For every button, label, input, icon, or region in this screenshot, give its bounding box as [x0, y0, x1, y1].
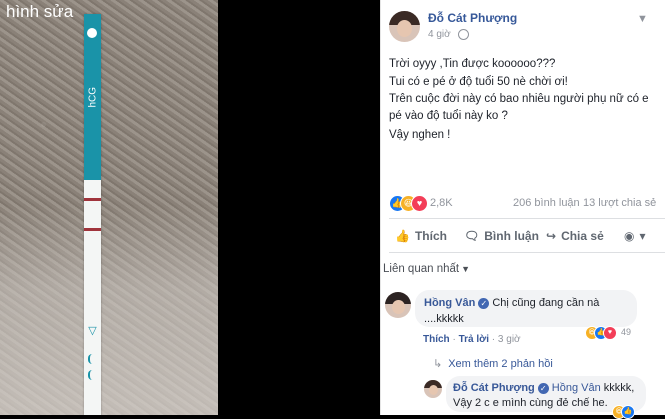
- wave-mark: [88, 354, 99, 364]
- comment-bubble-icon: 🗨: [464, 229, 480, 243]
- author-avatar[interactable]: [389, 11, 420, 42]
- love-reaction-icon: ♥: [411, 195, 428, 212]
- post-text-line: Tui có e pé ở độ tuổi 50 nè chời ơi!: [389, 76, 568, 88]
- comment-first-line: Hồng Vân ✓ Chị cũng đang cần nà: [424, 297, 599, 309]
- chevron-down-icon: ▾: [639, 229, 646, 243]
- test-line: [84, 198, 101, 201]
- like-reaction-icon: 👍: [621, 405, 635, 419]
- comment-reactions[interactable]: 😆 👍 ♥ 49: [585, 326, 645, 340]
- comments-count[interactable]: 206 bình luận: [513, 197, 580, 209]
- like-button[interactable]: 👍 Thích: [395, 229, 447, 243]
- commenter-name[interactable]: Hồng Vân: [424, 297, 475, 309]
- share-label: Chia sẻ: [561, 229, 604, 243]
- reply-text-cont: Vậy 2 c e mình cùng đẻ chế he.: [453, 397, 608, 409]
- strip-label: hCG: [87, 86, 99, 108]
- reply-text: kkkkk,: [603, 382, 635, 394]
- globe-icon: [458, 29, 469, 40]
- post-photo[interactable]: hình sửa hCG ▽: [0, 0, 218, 415]
- reply-arrow-icon: ↳: [433, 358, 443, 370]
- see-more-replies[interactable]: ↳ Xem thêm 2 phản hồi: [433, 357, 553, 370]
- comment-time[interactable]: 3 giờ: [498, 334, 521, 345]
- comment-reaction-count: 49: [621, 327, 632, 337]
- post-text-line: Trời oyyy ,Tin được koooooo???: [389, 58, 556, 70]
- comment-text: Chị cũng đang cần nà: [492, 297, 600, 309]
- post-time[interactable]: 4 giờ: [428, 29, 451, 40]
- shares-count[interactable]: 13 lượt chia sẻ: [583, 197, 656, 209]
- comment-text-cont: ....kkkkk: [424, 313, 464, 325]
- verified-icon: ✓: [478, 297, 490, 309]
- post-author[interactable]: Đỗ Cát Phượng: [428, 11, 517, 25]
- like-label: Thích: [414, 229, 447, 243]
- divider: [389, 218, 665, 219]
- post-text-line: Trên cuộc đời này có bao nhiêu người phụ…: [389, 93, 649, 105]
- reply-avatar[interactable]: [424, 380, 442, 398]
- reply-mention[interactable]: Hồng Vân: [552, 382, 601, 394]
- control-line: [84, 228, 101, 231]
- reply-author-name[interactable]: Đỗ Cát Phượng: [453, 382, 535, 394]
- wave-mark: [88, 370, 99, 380]
- profile-icon: ◉: [624, 229, 635, 243]
- share-arrow-icon: ↪: [546, 229, 557, 243]
- comment-button[interactable]: 🗨 Bình luận: [464, 229, 539, 243]
- photo-caption: hình sửa: [6, 2, 74, 21]
- post-text-line: Vậy nghen !: [389, 129, 451, 141]
- comment-like-link[interactable]: Thích: [423, 334, 450, 345]
- strip-handle: hCG: [84, 14, 101, 180]
- see-more-label: Xem thêm 2 phản hồi: [448, 358, 553, 370]
- reply-reactions[interactable]: 😆 👍: [612, 405, 652, 419]
- comment-sort-dropdown[interactable]: Liên quan nhất ▼: [383, 263, 470, 275]
- verified-icon: ✓: [537, 382, 549, 394]
- chevron-down-icon[interactable]: ▼: [637, 13, 648, 25]
- audience-selector[interactable]: ◉ ▾: [624, 229, 646, 243]
- caret-down-icon: ▼: [461, 264, 471, 274]
- love-reaction-icon: ♥: [603, 326, 617, 340]
- commenter-avatar[interactable]: [385, 292, 411, 318]
- comment-reply-link[interactable]: Trả lời: [459, 334, 489, 345]
- reaction-count[interactable]: 2,8K: [430, 197, 453, 209]
- comment-label: Bình luận: [484, 229, 539, 243]
- sort-label: Liên quan nhất: [383, 263, 460, 275]
- comment-meta: Thích · Trả lời · 3 giờ: [423, 334, 521, 345]
- post-text-line: pé vào độ tuổi này ko ?: [389, 110, 508, 122]
- divider: [389, 252, 665, 253]
- panel-divider: [380, 0, 381, 415]
- reply-first-line: Đỗ Cát Phượng ✓ Hồng Vân kkkkk,: [453, 382, 634, 394]
- share-button[interactable]: ↪ Chia sẻ: [546, 229, 604, 243]
- strip-logo-icon: [87, 28, 97, 38]
- pregnancy-test-strip: hCG ▽: [84, 14, 101, 415]
- thumbs-up-icon: 👍: [395, 229, 410, 243]
- arrow-icon: ▽: [88, 325, 97, 337]
